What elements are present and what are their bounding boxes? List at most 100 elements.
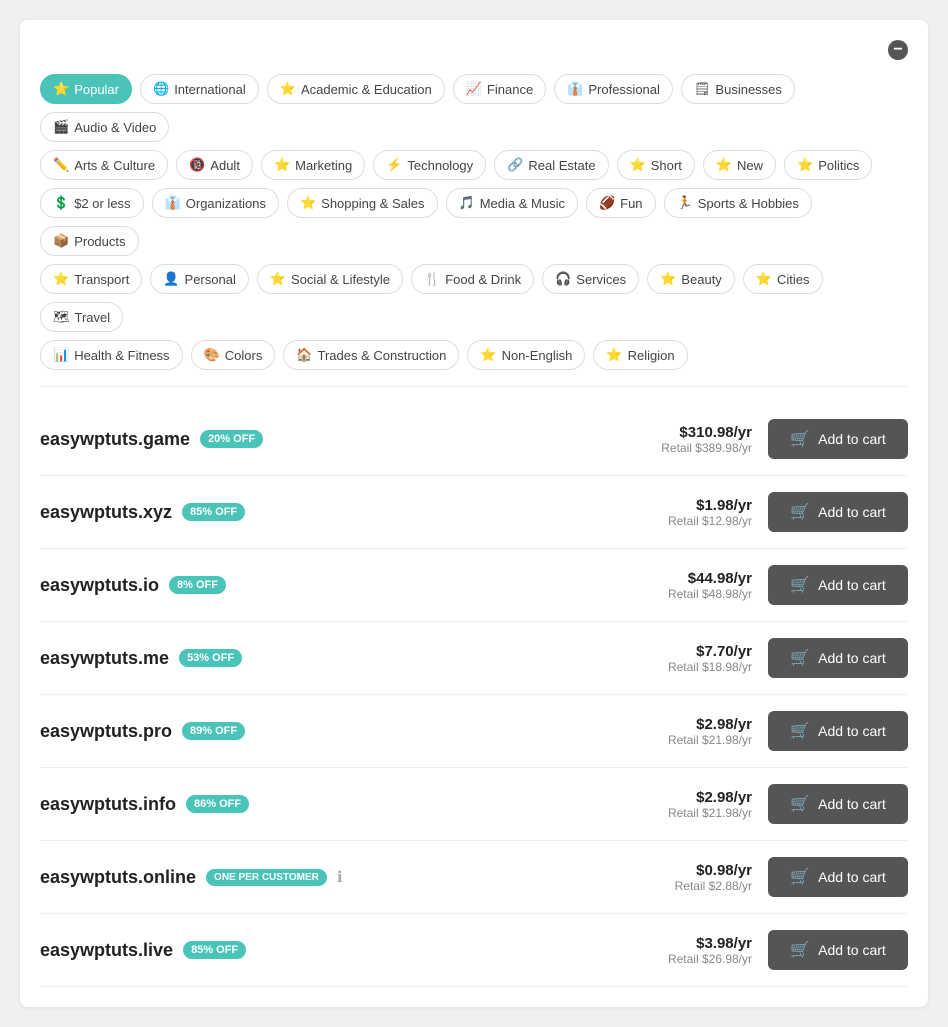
add-to-cart-button-2[interactable]: 🛒Add to cart [768, 565, 908, 605]
tag-label-personal: Personal [185, 272, 236, 287]
filter-tag-organizations[interactable]: 👔Organizations [152, 188, 279, 218]
filter-row: 📊 Health & Fitness 🎨Colors 🏠 Trades & Constr… [40, 340, 908, 370]
add-to-cart-button-3[interactable]: 🛒Add to cart [768, 638, 908, 678]
filter-tag-politics[interactable]: ⭐Politics [784, 150, 872, 180]
tag-label-trades: Trades & Construction [318, 348, 447, 363]
filter-tag-new[interactable]: ⭐New [703, 150, 776, 180]
politics-icon: ⭐ [797, 157, 813, 173]
info-icon-6[interactable]: ℹ [337, 868, 343, 886]
filter-tag-dollar2[interactable]: 💲$2 or less [40, 188, 144, 218]
trades-icon: 🏠 [296, 347, 312, 363]
businesses-icon: 🗒 [694, 81, 711, 97]
filter-tag-popular[interactable]: ⭐Popular [40, 74, 132, 104]
price-retail-1: Retail $12.98/yr [668, 514, 752, 528]
add-to-cart-button-7[interactable]: 🛒Add to cart [768, 930, 908, 970]
filter-tag-social[interactable]: ⭐Social & Lifestyle [257, 264, 403, 294]
tag-label-religion: Religion [628, 348, 675, 363]
tag-label-fun: Fun [620, 196, 642, 211]
filter-tag-products[interactable]: 📦Products [40, 226, 139, 256]
tag-label-technology: Technology [407, 158, 473, 173]
new-icon: ⭐ [716, 157, 732, 173]
filter-tag-arts[interactable]: ✏️Arts & Culture [40, 150, 168, 180]
price-block-6: $0.98/yrRetail $2.88/yr [675, 862, 752, 893]
filter-tag-travel[interactable]: 🗺 Travel [40, 302, 123, 332]
services-icon: 🎧 [555, 271, 571, 287]
filter-tag-food[interactable]: 🍴Food & Drink [411, 264, 534, 294]
filter-tag-finance[interactable]: 📈Finance [453, 74, 546, 104]
filter-tag-health[interactable]: 📊 Health & Fitness [40, 340, 183, 370]
filter-tag-beauty[interactable]: ⭐Beauty [647, 264, 735, 294]
tag-label-international: International [174, 82, 246, 97]
domain-right-3: $7.70/yrRetail $18.98/yr🛒Add to cart [668, 638, 908, 678]
health-icon: 📊 [53, 347, 69, 363]
filter-tag-professional[interactable]: 👔Professional [554, 74, 673, 104]
domain-name-1: easywptuts.xyz [40, 502, 172, 523]
filter-tag-academic[interactable]: ⭐Academic & Education [267, 74, 445, 104]
travel-icon: 🗺 [53, 309, 70, 325]
domain-name-2: easywptuts.io [40, 575, 159, 596]
filter-tag-international[interactable]: 🌐International [140, 74, 259, 104]
domain-right-0: $310.98/yrRetail $389.98/yr🛒Add to cart [661, 419, 908, 459]
filter-tag-audio-video[interactable]: 🎬Audio & Video [40, 112, 169, 142]
filter-tag-real-estate[interactable]: 🔗Real Estate [494, 150, 608, 180]
products-icon: 📦 [53, 233, 69, 249]
filter-tag-colors[interactable]: 🎨Colors [191, 340, 276, 370]
arts-icon: ✏️ [53, 157, 69, 173]
filter-tag-transport[interactable]: ⭐ Transport [40, 264, 142, 294]
transport-icon: ⭐ [53, 271, 69, 287]
cart-icon-6: 🛒 [790, 867, 810, 887]
filter-tag-trades[interactable]: 🏠 Trades & Construction [283, 340, 459, 370]
filter-tag-adult[interactable]: 🔞Adult [176, 150, 253, 180]
add-to-cart-button-5[interactable]: 🛒Add to cart [768, 784, 908, 824]
tag-label-marketing: Marketing [295, 158, 352, 173]
tag-label-health: Health & Fitness [74, 348, 169, 363]
tag-label-sports: Sports & Hobbies [698, 196, 799, 211]
tag-label-transport: Transport [74, 272, 129, 287]
price-block-2: $44.98/yrRetail $48.98/yr [668, 570, 752, 601]
domain-row: easywptuts.live85% OFF $3.98/yrRetail $26… [40, 914, 908, 987]
domain-name-6: easywptuts.online [40, 867, 196, 888]
explore-less-button[interactable]: − [882, 40, 908, 60]
price-retail-2: Retail $48.98/yr [668, 587, 752, 601]
domain-left-7: easywptuts.live85% OFF [40, 940, 246, 961]
filter-tag-cities[interactable]: ⭐Cities [743, 264, 823, 294]
domain-left-0: easywptuts.game20% OFF [40, 429, 263, 450]
non-english-icon: ⭐ [480, 347, 496, 363]
domain-right-4: $2.98/yrRetail $21.98/yr🛒Add to cart [668, 711, 908, 751]
personal-icon: 👤 [163, 271, 179, 287]
filter-tag-marketing[interactable]: ⭐Marketing [261, 150, 365, 180]
filter-tag-religion[interactable]: ⭐Religion [593, 340, 687, 370]
domain-name-0: easywptuts.game [40, 429, 190, 450]
tag-label-professional: Professional [588, 82, 660, 97]
filter-tag-shopping[interactable]: ⭐Shopping & Sales [287, 188, 438, 218]
domain-badge-6: ONE PER CUSTOMER [206, 869, 327, 886]
filter-tag-non-english[interactable]: ⭐Non-English [467, 340, 585, 370]
domain-right-7: $3.98/yrRetail $26.98/yr🛒Add to cart [668, 930, 908, 970]
add-to-cart-button-6[interactable]: 🛒Add to cart [768, 857, 908, 897]
domain-badge-1: 85% OFF [182, 503, 245, 521]
tag-label-finance: Finance [487, 82, 533, 97]
price-main-5: $2.98/yr [668, 789, 752, 806]
filter-tag-media[interactable]: 🎵Media & Music [446, 188, 578, 218]
cart-icon-2: 🛒 [790, 575, 810, 595]
filter-tag-businesses[interactable]: 🗒Businesses [681, 74, 795, 104]
add-to-cart-button-0[interactable]: 🛒Add to cart [768, 419, 908, 459]
price-main-1: $1.98/yr [668, 497, 752, 514]
add-to-cart-button-1[interactable]: 🛒Add to cart [768, 492, 908, 532]
filter-tag-personal[interactable]: 👤 Personal [150, 264, 249, 294]
domain-name-3: easywptuts.me [40, 648, 169, 669]
tag-label-travel: Travel [75, 310, 111, 325]
cart-icon-4: 🛒 [790, 721, 810, 741]
filter-tag-fun[interactable]: 🏈Fun [586, 188, 656, 218]
domain-left-5: easywptuts.info86% OFF [40, 794, 249, 815]
filter-tag-technology[interactable]: ⚡Technology [373, 150, 486, 180]
filter-tag-short[interactable]: ⭐Short [617, 150, 695, 180]
domain-row: easywptuts.me53% OFF$7.70/yrRetail $18.9… [40, 622, 908, 695]
shopping-icon: ⭐ [300, 195, 316, 211]
tag-label-media: Media & Music [480, 196, 565, 211]
filter-tag-sports[interactable]: 🏃Sports & Hobbies [664, 188, 812, 218]
add-to-cart-button-4[interactable]: 🛒Add to cart [768, 711, 908, 751]
domain-left-1: easywptuts.xyz 85% OFF [40, 502, 245, 523]
add-to-cart-label-7: Add to cart [818, 942, 886, 958]
filter-tag-services[interactable]: 🎧Services [542, 264, 639, 294]
